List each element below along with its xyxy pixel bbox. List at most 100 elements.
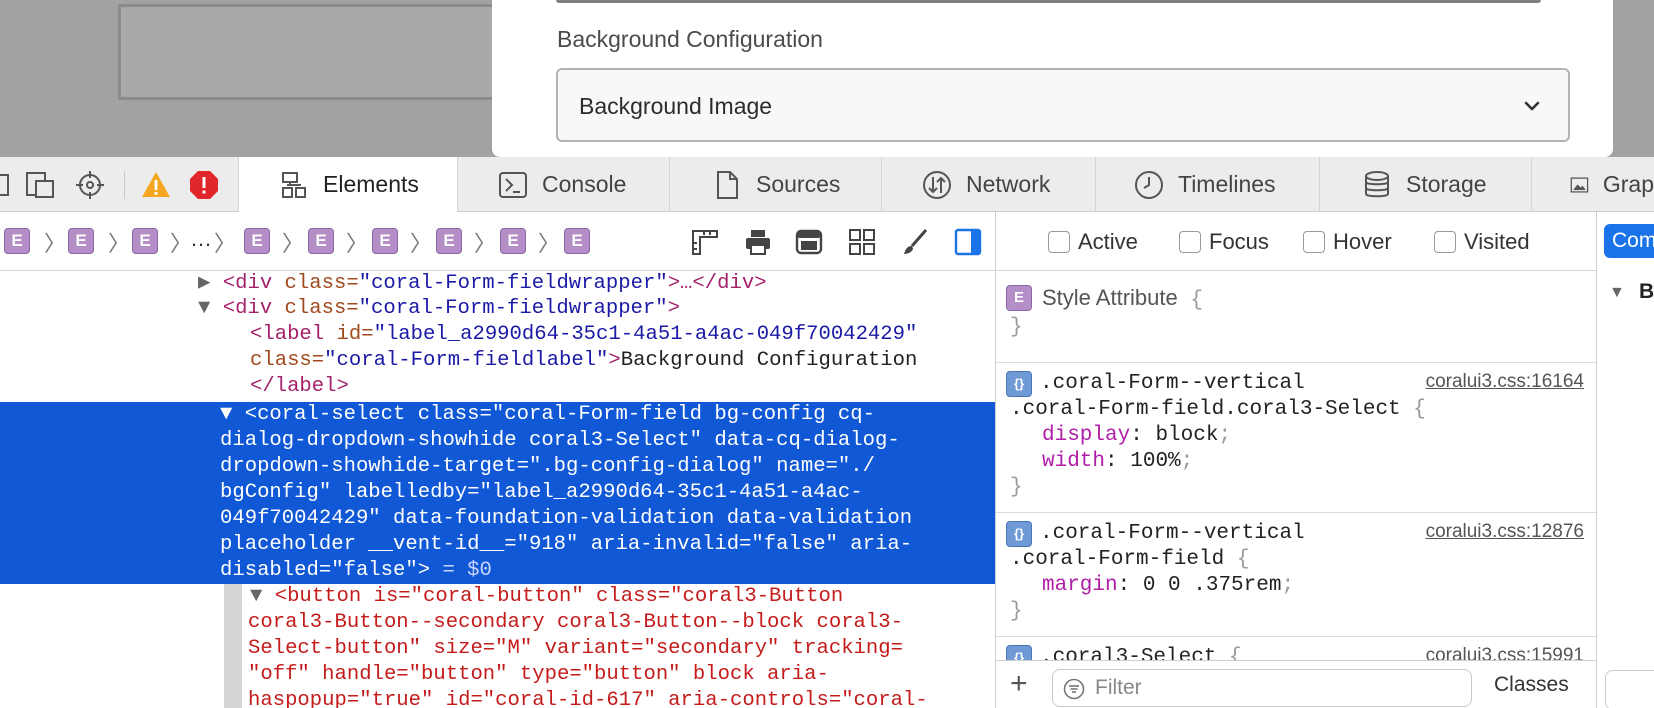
pseudo-class-bar: Active Focus Hover Visited xyxy=(996,212,1596,271)
tab-graphics-label: Grap xyxy=(1602,171,1654,197)
dom-node-row[interactable]: <label id="label_a2990d64-35c1-4a51-a4ac… xyxy=(250,322,917,348)
page-preview: Background Configuration Background Imag… xyxy=(0,0,1654,157)
disclosure-down-icon[interactable]: ▼ xyxy=(250,585,275,608)
error-icon[interactable] xyxy=(188,169,220,201)
warning-icon[interactable] xyxy=(140,169,172,201)
breadcrumb-element[interactable]: E xyxy=(500,228,526,254)
tab-network[interactable]: Network xyxy=(882,157,1096,212)
css-rule[interactable]: {} .coral-Form--vertical coralui3.css:12… xyxy=(996,513,1596,637)
add-rule-button[interactable]: + xyxy=(1010,667,1028,701)
styles-sidebar: Active Focus Hover Visited E Style Attri… xyxy=(995,212,1596,708)
dom-node-row[interactable]: class="coral-Form-fieldlabel">Background… xyxy=(250,348,917,374)
style-attribute-rule[interactable]: E Style Attribute { } xyxy=(996,271,1596,363)
computed-tab-button[interactable]: Com xyxy=(1604,224,1654,258)
dom-node-row[interactable]: ▼ <button is="coral-button" class="coral… xyxy=(250,584,843,610)
tab-elements[interactable]: Elements xyxy=(238,157,458,212)
css-declaration[interactable]: width: 100%; xyxy=(1042,449,1193,475)
dom-node-row[interactable]: </label> xyxy=(250,374,349,400)
breadcrumb-element[interactable]: E xyxy=(68,228,94,254)
dialog: Background Configuration Background Imag… xyxy=(492,0,1613,157)
print-icon[interactable] xyxy=(743,227,773,257)
disclosure-right-icon[interactable]: ▶ xyxy=(198,272,223,295)
tab-timelines-label: Timelines xyxy=(1178,171,1276,197)
chevron-right-icon: 〉 xyxy=(410,231,433,256)
dom-node-row-cont[interactable]: Select-button" size="M" variant="seconda… xyxy=(248,636,903,662)
console-reference: = $0 xyxy=(430,559,492,582)
breadcrumb-element[interactable]: E xyxy=(372,228,398,254)
tab-timelines[interactable]: Timelines xyxy=(1096,157,1320,212)
dom-tree[interactable]: ▶ <div class="coral-Form-fieldwrapper">…… xyxy=(0,271,995,708)
child-indent-guide xyxy=(224,584,242,708)
dom-node-row-cont[interactable]: "off" handle="button" type="button" bloc… xyxy=(248,662,829,688)
layout-rulers-icon[interactable] xyxy=(690,227,720,257)
dom-node-row[interactable]: ▼ <div class="coral-Form-fieldwrapper"> xyxy=(198,296,680,322)
breadcrumb-ellipsis[interactable]: … xyxy=(190,226,212,252)
dock-icon[interactable] xyxy=(0,169,14,201)
chevron-right-icon: 〉 xyxy=(346,231,369,256)
tab-network-label: Network xyxy=(966,171,1051,197)
classes-toggle-button[interactable]: Classes xyxy=(1494,673,1569,697)
network-icon xyxy=(923,170,951,199)
chevron-down-icon xyxy=(1524,101,1540,111)
breadcrumb-element[interactable]: E xyxy=(564,228,590,254)
select-value: Background Image xyxy=(579,93,773,119)
css-declaration[interactable]: display: block; xyxy=(1042,423,1231,449)
stylesheet-rule-icon: {} xyxy=(1006,371,1032,397)
graphics-icon xyxy=(1570,176,1589,193)
dialog-scroll-edge xyxy=(556,0,1541,3)
pseudo-hover-checkbox[interactable]: Hover xyxy=(1303,229,1392,255)
grid-overlay-icon[interactable] xyxy=(847,227,877,257)
selected-node[interactable]: ▼ <coral-select class="coral-Form-field … xyxy=(0,402,995,584)
tab-graphics[interactable]: Grap xyxy=(1532,157,1654,212)
breadcrumb-element[interactable]: E xyxy=(4,228,30,254)
rule-source-link[interactable]: coralui3.css:15991 xyxy=(1426,645,1584,660)
toggle-sidebar-icon[interactable] xyxy=(953,227,983,257)
compositing-borders-icon[interactable] xyxy=(794,227,824,257)
filter-placeholder: Filter xyxy=(1095,676,1142,699)
dom-node-row-cont[interactable]: coral3-Button--secondary coral3-Button--… xyxy=(248,610,903,636)
chevron-right-icon: 〉 xyxy=(44,231,67,256)
element-badge-icon: E xyxy=(1006,285,1032,311)
computed-filter-input[interactable] xyxy=(1605,670,1654,708)
rule-source-link[interactable]: coralui3.css:16164 xyxy=(1426,371,1584,393)
pseudo-visited-checkbox[interactable]: Visited xyxy=(1434,229,1530,255)
computed-section-label: B xyxy=(1639,280,1654,303)
css-rule[interactable]: {} .coral3-Select { coralui3.css:15991 xyxy=(996,637,1596,660)
disclosure-down-icon[interactable]: ▼ xyxy=(220,403,245,426)
tab-console[interactable]: Console xyxy=(458,157,670,212)
sources-icon xyxy=(717,170,738,199)
chevron-right-icon: 〉 xyxy=(538,231,561,256)
tab-sources-label: Sources xyxy=(756,171,841,197)
device-mode-icon[interactable] xyxy=(24,169,56,201)
background-config-label: Background Configuration xyxy=(557,26,823,52)
breadcrumb-element[interactable]: E xyxy=(132,228,158,254)
chevron-right-icon: 〉 xyxy=(474,231,497,256)
rule-source-link[interactable]: coralui3.css:12876 xyxy=(1426,521,1584,543)
background-config-select[interactable]: Background Image xyxy=(556,68,1570,142)
css-rule[interactable]: {} .coral-Form--vertical coralui3.css:16… xyxy=(996,363,1596,513)
pseudo-focus-checkbox[interactable]: Focus xyxy=(1179,229,1269,255)
chevron-right-icon: 〉 xyxy=(108,231,131,256)
disclosure-down-icon[interactable]: ▼ xyxy=(1609,284,1625,302)
breadcrumb-element[interactable]: E xyxy=(308,228,334,254)
tab-elements-label: Elements xyxy=(323,171,419,197)
stylesheet-rule-icon: {} xyxy=(1006,521,1032,547)
dom-node-row-cont[interactable]: haspopup="true" id="coral-id-617" aria-c… xyxy=(248,688,928,708)
tab-storage[interactable]: Storage xyxy=(1320,157,1532,212)
chevron-right-icon: 〉 xyxy=(170,231,193,256)
paint-brush-icon[interactable] xyxy=(900,227,930,257)
pseudo-active-checkbox[interactable]: Active xyxy=(1048,229,1138,255)
devtools-tabbar: Elements Console Sources Network Timelin… xyxy=(0,157,1654,212)
toolbar-divider xyxy=(124,171,125,199)
breadcrumb: E 〉 E 〉 E 〉 … 〉 E 〉 E 〉 E 〉 E 〉 E 〉 E xyxy=(0,212,995,271)
inspect-target-icon[interactable] xyxy=(74,169,106,201)
disclosure-down-icon[interactable]: ▼ xyxy=(198,297,223,320)
breadcrumb-element[interactable]: E xyxy=(436,228,462,254)
dom-node-row[interactable]: ▶ <div class="coral-Form-fieldwrapper">…… xyxy=(198,271,767,297)
styles-filter-bar: + Filter Classes xyxy=(996,660,1596,708)
breadcrumb-element[interactable]: E xyxy=(244,228,270,254)
console-icon xyxy=(499,171,527,198)
css-declaration[interactable]: margin: 0 0 .375rem; xyxy=(1042,573,1294,599)
tab-sources[interactable]: Sources xyxy=(670,157,882,212)
styles-filter-input[interactable]: Filter xyxy=(1052,669,1472,707)
